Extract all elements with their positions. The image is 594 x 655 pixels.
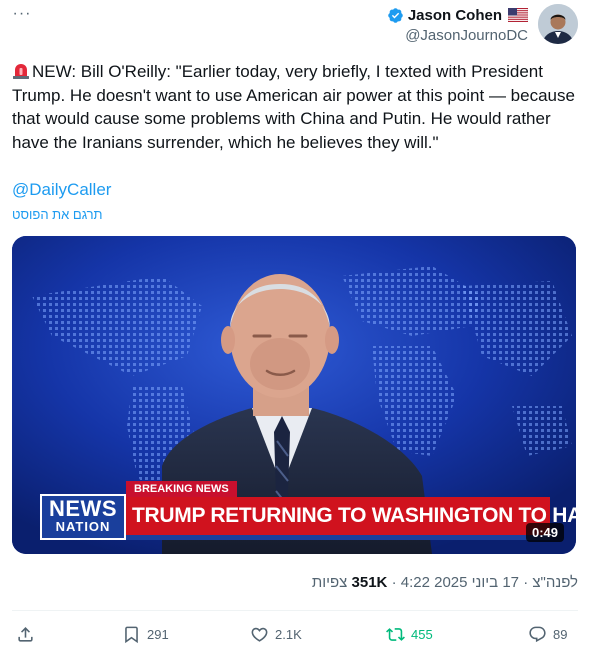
share-button[interactable] [16,620,35,648]
meta-separator: · [523,574,529,591]
translate-post-link[interactable]: תרגם את הפוסט [12,207,103,222]
breaking-news-tag: BREAKING NEWS [126,481,237,497]
bookmark-button[interactable]: 291 [122,620,169,648]
retweet-button[interactable]: 455 [386,620,433,648]
mention-link[interactable]: @DailyCaller [12,180,111,200]
reply-icon [529,626,546,642]
logo-nation-text: NATION [55,519,111,534]
video-player[interactable]: NEWS NATION BREAKING NEWS TRUMP RETURNIN… [12,236,576,554]
newsnation-logo: NEWS NATION [40,494,126,540]
tweet-date[interactable]: 17 ביוני 2025 [434,574,519,591]
tweet-meta: לפנה"צ · 17 ביוני 2025 4:22 · 351K צפיות [312,574,578,591]
like-count: 2.1K [275,626,302,642]
bookmark-icon [125,626,138,643]
us-flag-icon [508,8,528,22]
reply-count: 89 [553,626,568,642]
author-text: Jason Cohen @JasonJournoDC [387,4,528,46]
headline-underline [126,535,550,540]
divider [12,610,578,611]
news-headline: TRUMP RETURNING TO WASHINGTON TO HANDLE … [126,497,576,535]
tweet-body: NEW: Bill O'Reilly: "Earlier today, very… [12,62,575,152]
more-options-icon[interactable]: ··· [12,4,32,24]
avatar[interactable] [538,4,578,44]
video-duration: 0:49 [525,523,564,542]
verified-badge-icon [388,7,403,23]
meta-separator: · [391,574,397,591]
heart-icon [251,627,268,642]
tweet-period[interactable]: לפנה"צ [532,574,578,591]
like-button[interactable]: 2.1K [250,620,302,648]
retweet-icon [386,627,405,641]
name-row: Jason Cohen [387,4,528,26]
tweet-time[interactable]: 4:22 [401,574,430,591]
user-handle[interactable]: @JasonJournoDC [405,26,528,46]
logo-news-text: NEWS [49,496,117,521]
share-icon [18,626,33,642]
author-block[interactable]: Jason Cohen @JasonJournoDC [387,4,578,46]
tweet-text: NEW: Bill O'Reilly: "Earlier today, very… [12,60,578,154]
bookmark-count: 291 [147,626,169,642]
views-label: צפיות [311,574,348,591]
reply-button[interactable]: 89 [528,620,567,648]
action-bar: 291 2.1K 455 89 [0,620,594,648]
retweet-count: 455 [411,626,433,642]
siren-emoji-icon [13,64,29,79]
display-name[interactable]: Jason Cohen [408,7,502,24]
views-count: 351K [351,574,388,591]
